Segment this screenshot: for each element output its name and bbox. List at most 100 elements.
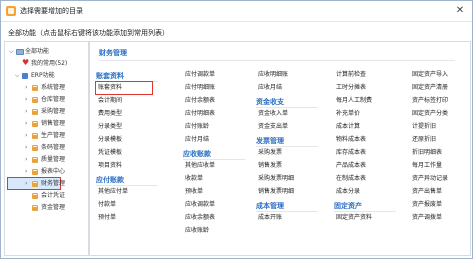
function-item[interactable]: 预付单 (98, 213, 116, 223)
function-item[interactable]: 应付月结 (185, 135, 209, 145)
function-item[interactable]: 付款单 (98, 200, 116, 210)
section-heading: 固定资产 (334, 202, 362, 210)
tree-node[interactable]: › 生产管理 (5, 130, 85, 142)
expand-icon[interactable]: › (25, 82, 27, 94)
folder-icon (32, 109, 38, 115)
function-item[interactable]: 在制成本表 (336, 174, 366, 184)
folder-icon (32, 169, 38, 175)
section-divider (256, 107, 318, 108)
function-item[interactable]: 应收账龄 (185, 226, 209, 236)
function-item[interactable]: 销售发票明细 (258, 187, 294, 197)
expand-icon[interactable]: › (25, 142, 27, 154)
tree-node[interactable]: 会计凭证 (5, 190, 85, 202)
close-button[interactable]: ✕ (453, 4, 467, 18)
function-item[interactable]: 应收调款单 (185, 200, 215, 210)
function-item[interactable]: 应收明细账 (258, 70, 288, 80)
function-item[interactable]: 折旧明细表 (412, 148, 442, 158)
function-item[interactable]: 补充单价 (336, 109, 360, 119)
function-item[interactable]: 资产报废单 (412, 200, 442, 210)
function-tree: ⌵ 全部功能 ♥ 我的常用(52) ⌵ ERP功能 › 系统管理 › 仓库管理 › 采购管理 › 销售管理… (4, 41, 89, 256)
expand-icon[interactable]: › (25, 94, 27, 106)
expand-icon[interactable]: › (25, 154, 27, 166)
tree-node[interactable]: › 条码管理 (5, 142, 85, 154)
collapse-icon[interactable]: ⌵ (15, 70, 20, 82)
function-item[interactable]: 应付明细表 (185, 109, 215, 119)
function-item[interactable]: 固定资产分类 (412, 109, 448, 119)
tree-node-label: 生产管理 (41, 132, 66, 139)
function-item[interactable]: 其他应收单 (185, 161, 215, 171)
folder-icon (32, 145, 38, 151)
function-item[interactable]: 资金收入单 (258, 109, 288, 119)
function-item[interactable]: 应付余额表 (185, 96, 215, 106)
function-item[interactable]: 采购发票 (258, 148, 282, 158)
function-item[interactable]: 成本计算 (336, 122, 360, 132)
function-item[interactable]: 收款单 (185, 174, 203, 184)
section-heading: 应付账款 (96, 176, 124, 184)
function-item[interactable]: 应付账龄 (185, 122, 209, 132)
function-item[interactable]: 物料成本表 (336, 135, 366, 145)
app-icon (6, 6, 16, 16)
function-item[interactable]: 固定资产资料 (336, 213, 372, 223)
function-item[interactable]: 资产调拨单 (412, 213, 442, 223)
function-item[interactable]: 预收单 (185, 187, 203, 197)
function-item[interactable]: 应收余额表 (185, 213, 215, 223)
dialog-window: 选择需要增加的目录 ✕ 全部功能（点击鼠标右键将该功能添加到常用列表） ⌵ 全部功… (0, 0, 473, 259)
function-item[interactable]: 应付调款单 (185, 70, 215, 80)
function-item[interactable]: 销售发票 (258, 161, 282, 171)
expand-icon[interactable]: › (25, 130, 27, 142)
function-item[interactable]: 还原折旧 (412, 135, 436, 145)
expand-icon[interactable]: › (25, 106, 27, 118)
function-item[interactable]: 计算前检查 (336, 70, 366, 80)
panel-header: 财务管理 (99, 49, 127, 57)
section-divider (183, 159, 245, 160)
collapse-icon[interactable]: ⌵ (9, 46, 14, 58)
tree-node-label: 财务管理 (41, 180, 66, 187)
function-item[interactable]: 产品成本表 (336, 161, 366, 171)
function-item[interactable]: 应收月结 (258, 83, 282, 93)
function-item[interactable]: 计提折旧 (412, 122, 436, 132)
function-item[interactable]: 分录类型 (98, 122, 122, 132)
section-heading: 资金收支 (256, 98, 284, 106)
section-heading: 成本管理 (256, 202, 284, 210)
section-divider (334, 211, 396, 212)
function-item[interactable]: 库存成本表 (336, 148, 366, 158)
function-item[interactable]: 固定资产清册 (412, 83, 448, 93)
function-item[interactable]: 应付明细账 (185, 83, 215, 93)
function-item[interactable]: 采购发票明细 (258, 174, 294, 184)
function-item[interactable]: 固定资产导入 (412, 70, 448, 80)
function-item[interactable]: 资产异动记录 (412, 174, 448, 184)
function-item[interactable]: 凭证模板 (98, 148, 122, 158)
tree-node[interactable]: › 质量管理 (5, 154, 85, 166)
tree-node-label: 采购管理 (41, 108, 66, 115)
tree-node[interactable]: ⌵ 全部功能 (5, 46, 85, 58)
tree-node[interactable]: › 仓库管理 (5, 94, 85, 106)
function-item[interactable]: 资产标签打印 (412, 96, 448, 106)
function-panel: 财务管理 账套资料 账套资料 会计期间 费用类型 分录类型 分录模板 凭证模板 项目资料 应付账… (89, 41, 471, 256)
tree-node[interactable]: › 采购管理 (5, 106, 85, 118)
tree-node[interactable]: › 系统管理 (5, 82, 85, 94)
tree-node[interactable]: 资金管理 (5, 202, 85, 214)
function-item[interactable]: 工时分摊表 (336, 83, 366, 93)
folder-icon (32, 133, 38, 139)
tree-node[interactable]: › 财务管理 (5, 178, 85, 190)
tree-node[interactable]: › 销售管理 (5, 118, 85, 130)
function-item[interactable]: 成本开账 (258, 213, 282, 223)
heart-icon: ♥ (22, 58, 30, 67)
tree-node-label: 我的常用(52) (31, 60, 68, 67)
function-item[interactable]: 每月人工制费 (336, 96, 372, 106)
function-item[interactable]: 费用类型 (98, 109, 122, 119)
function-item[interactable]: 会计期间 (98, 96, 122, 106)
expand-icon[interactable]: › (25, 118, 27, 130)
function-item[interactable]: 成本分录 (336, 187, 360, 197)
function-item[interactable]: 其他应付单 (98, 187, 128, 197)
folder-icon (32, 97, 38, 103)
function-item[interactable]: 资金支出单 (258, 122, 288, 132)
function-item[interactable]: 每月工作量 (412, 161, 442, 171)
tree-node[interactable]: ♥ 我的常用(52) (5, 58, 85, 70)
function-item[interactable]: 资产出售单 (412, 187, 442, 197)
expand-icon[interactable]: › (25, 178, 27, 190)
function-item[interactable]: 项目资料 (98, 161, 122, 171)
function-item[interactable]: 分录模板 (98, 135, 122, 145)
tree-node[interactable]: ⌵ ERP功能 (5, 70, 85, 82)
tree-node-label: 销售管理 (41, 120, 66, 127)
